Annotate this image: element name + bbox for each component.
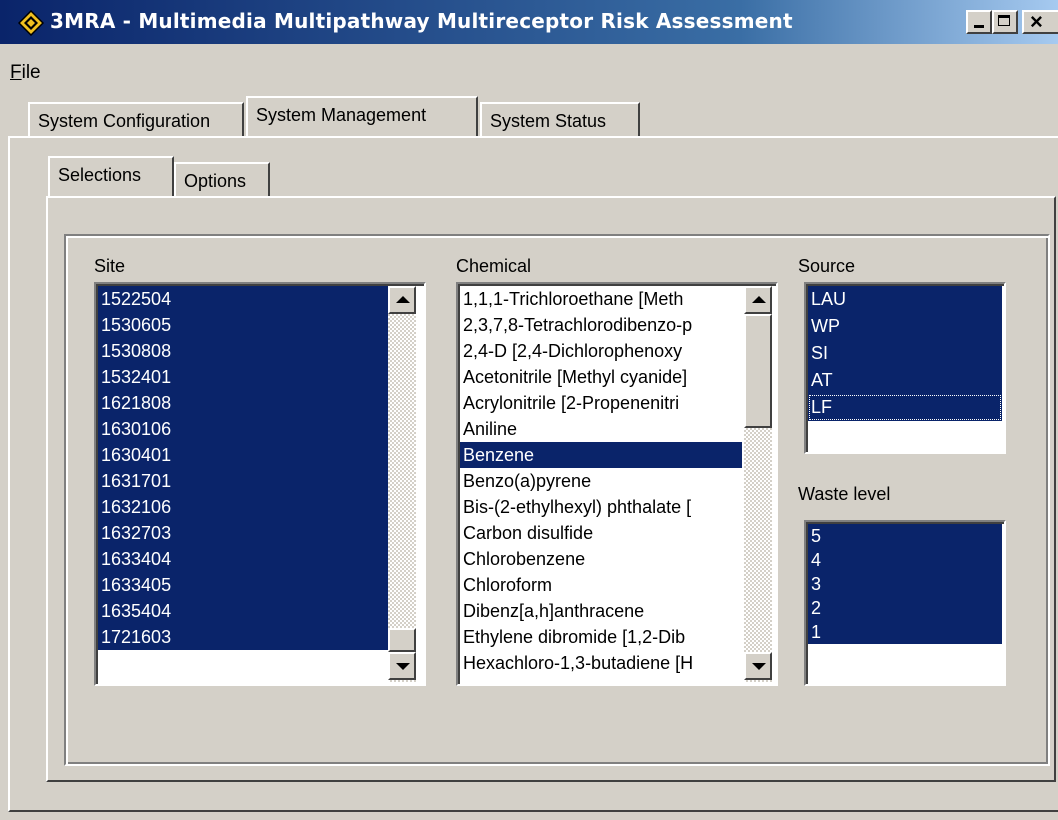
list-item[interactable]: 1621808: [98, 390, 388, 416]
tab-label: Options: [184, 171, 247, 191]
menu-file[interactable]: File: [10, 62, 41, 84]
waste-level-label: Waste level: [798, 484, 891, 504]
list-item[interactable]: Acrylonitrile [2-Propenenitri: [460, 390, 742, 416]
site-scrollbar[interactable]: [388, 286, 416, 682]
menu-file-label: ile: [21, 62, 41, 83]
list-item[interactable]: 3: [808, 572, 1002, 596]
list-item[interactable]: 1530605: [98, 312, 388, 338]
list-item[interactable]: Dibenz[a,h]anthracene: [460, 598, 742, 624]
scroll-up-button[interactable]: [388, 286, 416, 314]
list-item[interactable]: Acetonitrile [Methyl cyanide]: [460, 364, 742, 390]
list-item[interactable]: 1635404: [98, 598, 388, 624]
list-item[interactable]: 1633404: [98, 546, 388, 572]
site-label: Site: [94, 256, 126, 276]
tab-label: Selections: [58, 165, 142, 185]
list-item[interactable]: 1630401: [98, 442, 388, 468]
list-item[interactable]: 1,1,1-Trichloroethane [Meth: [460, 286, 742, 312]
source-listbox[interactable]: LAU WP SI AT LF: [804, 282, 1006, 454]
site-listbox[interactable]: 1522504 1530605 1530808 1532401 1621808 16301…: [94, 282, 426, 686]
list-item[interactable]: 2,4-D [2,4-Dichlorophenoxy: [460, 338, 742, 364]
list-item[interactable]: Benzene: [460, 442, 742, 468]
list-item[interactable]: Benzo(a)pyrene: [460, 468, 742, 494]
list-item[interactable]: 1530808: [98, 338, 388, 364]
list-item[interactable]: 1633405: [98, 572, 388, 598]
arrow-up-icon: [396, 296, 410, 303]
list-item[interactable]: SI: [808, 340, 1002, 367]
scroll-thumb[interactable]: [388, 628, 416, 652]
minimize-button[interactable]: [966, 10, 992, 34]
tab-system-configuration[interactable]: System Configuration: [28, 102, 244, 136]
list-item[interactable]: 5: [808, 524, 1002, 548]
close-icon: ×: [1030, 9, 1043, 34]
tab-label: System Management: [256, 105, 427, 125]
chemical-label: Chemical: [456, 256, 532, 276]
list-item[interactable]: Ethylene dibromide [1,2-Dib: [460, 624, 742, 650]
tab-system-status[interactable]: System Status: [480, 102, 640, 136]
arrow-down-icon: [396, 663, 410, 670]
diamond-app-icon: [18, 10, 44, 36]
list-item[interactable]: 1522504: [98, 286, 388, 312]
list-item[interactable]: Chloroform: [460, 572, 742, 598]
list-item[interactable]: AT: [808, 367, 1002, 394]
menu-file-accel: F: [10, 62, 22, 83]
list-item[interactable]: Hexachloro-1,3-butadiene [H: [460, 650, 742, 676]
list-item[interactable]: 2: [808, 596, 1002, 620]
tab-options[interactable]: Options: [174, 162, 270, 196]
list-item[interactable]: Carbon disulfide: [460, 520, 742, 546]
tab-selections[interactable]: Selections: [48, 156, 174, 196]
tab-system-management[interactable]: System Management: [246, 96, 478, 136]
list-item[interactable]: WP: [808, 313, 1002, 340]
scroll-thumb[interactable]: [744, 314, 772, 428]
source-label: Source: [798, 256, 856, 276]
list-item[interactable]: 2,3,7,8-Tetrachlorodibenzo-p: [460, 312, 742, 338]
list-item[interactable]: 1532401: [98, 364, 388, 390]
scroll-up-button[interactable]: [744, 286, 772, 314]
list-item[interactable]: 1632106: [98, 494, 388, 520]
title-bar[interactable]: 3MRA - Multimedia Multipathway Multirece…: [0, 0, 1058, 44]
list-item[interactable]: Chlorobenzene: [460, 546, 742, 572]
close-button[interactable]: ×: [1022, 9, 1058, 34]
list-item[interactable]: 4: [808, 548, 1002, 572]
list-item[interactable]: Bis-(2-ethylhexyl) phthalate [: [460, 494, 742, 520]
chemical-scrollbar[interactable]: [744, 286, 772, 682]
arrow-up-icon: [752, 296, 766, 303]
list-item[interactable]: 1631701: [98, 468, 388, 494]
window-title: 3MRA - Multimedia Multipathway Multirece…: [50, 9, 793, 33]
maximize-button[interactable]: [992, 10, 1018, 34]
list-item[interactable]: 1632703: [98, 520, 388, 546]
tab-label: System Configuration: [38, 111, 211, 131]
list-item[interactable]: LAU: [808, 286, 1002, 313]
chemical-listbox[interactable]: 1,1,1-Trichloroethane [Meth 2,3,7,8-Tetra…: [456, 282, 778, 686]
arrow-down-icon: [752, 663, 766, 670]
tab-label: System Status: [490, 111, 607, 131]
list-item[interactable]: 1630106: [98, 416, 388, 442]
waste-level-listbox[interactable]: 54321: [804, 520, 1006, 686]
list-item[interactable]: LF: [808, 394, 1002, 421]
list-item[interactable]: 1721603: [98, 624, 388, 650]
list-item[interactable]: Aniline: [460, 416, 742, 442]
list-item[interactable]: 1: [808, 620, 1002, 644]
scroll-down-button[interactable]: [388, 652, 416, 680]
scroll-down-button[interactable]: [744, 652, 772, 680]
